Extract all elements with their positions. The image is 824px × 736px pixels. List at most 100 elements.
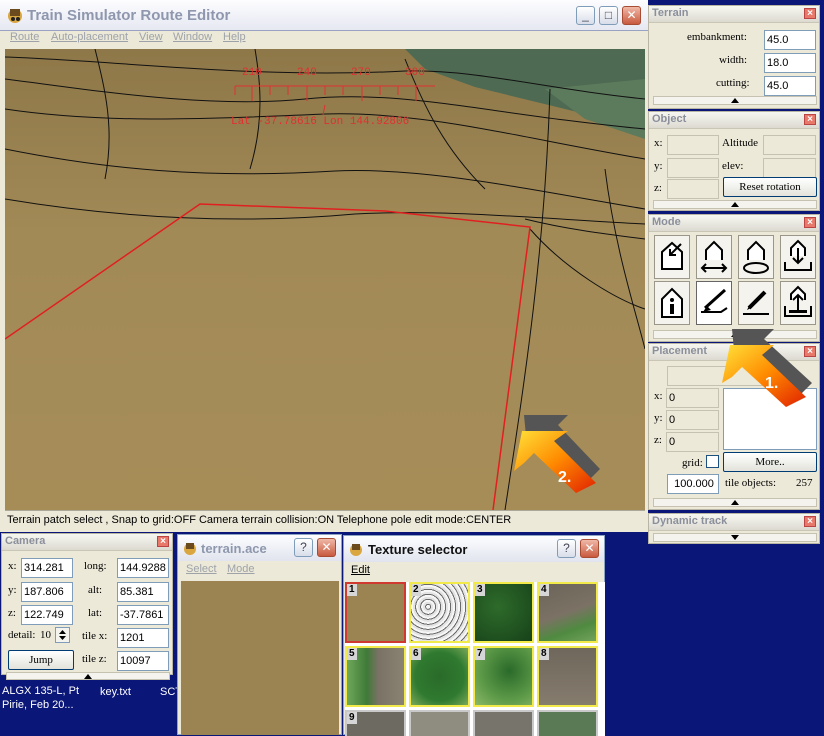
camera-alt-field[interactable]: 85.381	[117, 582, 169, 602]
detail-spinner[interactable]	[55, 627, 70, 643]
texture-tile-11[interactable]	[473, 710, 534, 736]
texture-tile-4[interactable]: 4	[537, 582, 598, 643]
terrain-ace-window: terrain.ace ? ✕ Select Mode	[177, 534, 342, 735]
camera-tilez-field[interactable]: 10097	[117, 651, 169, 671]
camera-panel-close-icon[interactable]: ×	[157, 536, 169, 547]
menu-auto-placement[interactable]: Auto-placement	[51, 31, 128, 43]
texture-tile-7[interactable]: 7	[473, 646, 534, 707]
texture-selector-title: Texture selector	[368, 542, 468, 557]
embankment-field[interactable]: 45.0	[764, 30, 816, 50]
placement-distance-field[interactable]: 100.000	[667, 474, 719, 494]
grid-checkbox[interactable]	[706, 455, 719, 468]
terrain-pencil-button[interactable]	[738, 281, 774, 325]
placement-y-field: 0	[666, 410, 719, 430]
dynamic-track-panel-close-icon[interactable]: ×	[804, 516, 816, 527]
app-icon	[6, 6, 24, 24]
camera-long-label: long:	[84, 560, 107, 572]
camera-x-field[interactable]: 314.281	[21, 558, 73, 578]
menu-help[interactable]: Help	[223, 31, 246, 43]
texture-tile-2[interactable]: 2	[409, 582, 470, 643]
terrain-ace-title: terrain.ace	[201, 541, 267, 556]
place-object-button[interactable]	[654, 235, 690, 279]
terrain-ace-menu-select[interactable]: Select	[186, 563, 217, 575]
terrain-ace-menu-mode[interactable]: Mode	[227, 563, 255, 575]
terrain-panel-collapse[interactable]	[653, 96, 817, 105]
camera-long-field[interactable]: 144.9288	[117, 558, 169, 578]
texture-tile-12[interactable]	[537, 710, 598, 736]
camera-y-label: y:	[8, 584, 17, 596]
camera-tilex-label: tile x:	[82, 630, 108, 642]
width-field[interactable]: 18.0	[764, 53, 816, 73]
desktop-icon-1[interactable]: ALGX 135-L, Pt Pirie, Feb 20...	[2, 684, 92, 712]
placement-panel-collapse[interactable]	[653, 498, 817, 507]
tile-objects-label: tile objects:	[725, 477, 777, 489]
camera-tilez-label: tile z:	[82, 653, 107, 665]
terrain-ace-preview[interactable]	[181, 581, 339, 735]
cutting-field[interactable]: 45.0	[764, 76, 816, 96]
spinner-arrows-icon	[59, 630, 66, 640]
annotation-label-2: 2.	[558, 469, 572, 486]
terrain-ace-app-icon	[182, 540, 198, 556]
camera-z-field[interactable]: 122.749	[21, 605, 73, 625]
desktop-icon-2[interactable]: key.txt	[100, 686, 131, 698]
texture-selector-help-button[interactable]: ?	[557, 539, 576, 558]
object-x-label: x:	[654, 137, 663, 149]
jump-button[interactable]: Jump	[8, 650, 74, 670]
lower-object-button[interactable]	[780, 235, 816, 279]
maximize-button[interactable]: □	[599, 6, 618, 25]
elev-field	[763, 158, 816, 178]
info-icon	[661, 287, 683, 318]
altitude-field	[763, 135, 816, 155]
mode-panel-close-icon[interactable]: ×	[804, 217, 816, 228]
dynamic-track-panel-expand[interactable]	[653, 533, 817, 542]
close-button[interactable]: ✕	[622, 6, 641, 25]
object-info-button[interactable]	[654, 281, 690, 325]
terrain-ace-titlebar[interactable]: terrain.ace ? ✕	[178, 535, 341, 561]
texture-selector-titlebar[interactable]: Texture selector ? ✕	[344, 536, 604, 562]
texture-selector-menu-edit[interactable]: Edit	[351, 564, 370, 576]
texture-selector-app-icon	[348, 541, 364, 557]
terrain-panel-close-icon[interactable]: ×	[804, 8, 816, 19]
embankment-label: embankment:	[687, 31, 747, 43]
camera-lat-label: lat:	[88, 607, 103, 619]
camera-detail-value[interactable]: 10	[40, 629, 51, 641]
desktop-icon-1-label-line2: Pirie, Feb 20...	[2, 699, 74, 711]
object-panel-title: Object	[652, 113, 687, 125]
texture-selector-close-button[interactable]: ✕	[580, 539, 599, 558]
texture-tile-3[interactable]: 3	[473, 582, 534, 643]
window-title: Train Simulator Route Editor	[27, 7, 231, 24]
move-object-button[interactable]	[696, 235, 732, 279]
menu-route[interactable]: Route	[10, 31, 39, 43]
camera-lat-field[interactable]: -37.7861	[117, 605, 169, 625]
route-editor-titlebar[interactable]: Train Simulator Route Editor _ □ ✕	[0, 0, 648, 31]
menu-window[interactable]: Window	[173, 31, 212, 43]
raise-object-button[interactable]	[780, 281, 816, 325]
minimize-button[interactable]: _	[576, 6, 595, 25]
texture-tile-10[interactable]	[409, 710, 470, 736]
rotate-object-icon	[743, 240, 769, 274]
altitude-label: Altitude	[722, 137, 759, 149]
texture-tile-9[interactable]: 9	[345, 710, 406, 736]
terrain-ace-help-button[interactable]: ?	[294, 538, 313, 557]
texture-tile-8[interactable]: 8	[537, 646, 598, 707]
terrain-ace-close-button[interactable]: ✕	[317, 538, 336, 557]
object-panel-close-icon[interactable]: ×	[804, 114, 816, 125]
more-button[interactable]: More..	[723, 452, 817, 472]
camera-y-field[interactable]: 187.806	[21, 582, 73, 602]
annotation-label-1: 1.	[765, 375, 779, 392]
status-bar: Terrain patch select , Snap to grid:OFF …	[5, 510, 645, 528]
tile-objects-value: 257	[796, 477, 813, 489]
texture-tile-5[interactable]: 5	[345, 646, 406, 707]
reset-rotation-button[interactable]: Reset rotation	[723, 177, 817, 197]
3d-viewport[interactable]: 210 240 270 300 Lat -37.78616 Lon 144.92…	[5, 49, 645, 510]
camera-tilex-field[interactable]: 1201	[117, 628, 169, 648]
terrain-ace-menubar: Select Mode	[178, 563, 343, 579]
texture-selector-menubar: Edit	[344, 564, 606, 580]
terrain-brush-button[interactable]	[696, 281, 732, 325]
texture-tile-1[interactable]: 1	[345, 582, 406, 643]
object-panel-collapse[interactable]	[653, 200, 817, 209]
menu-view[interactable]: View	[139, 31, 163, 43]
camera-panel-collapse[interactable]	[6, 672, 170, 680]
rotate-object-button[interactable]	[738, 235, 774, 279]
texture-tile-6[interactable]: 6	[409, 646, 470, 707]
